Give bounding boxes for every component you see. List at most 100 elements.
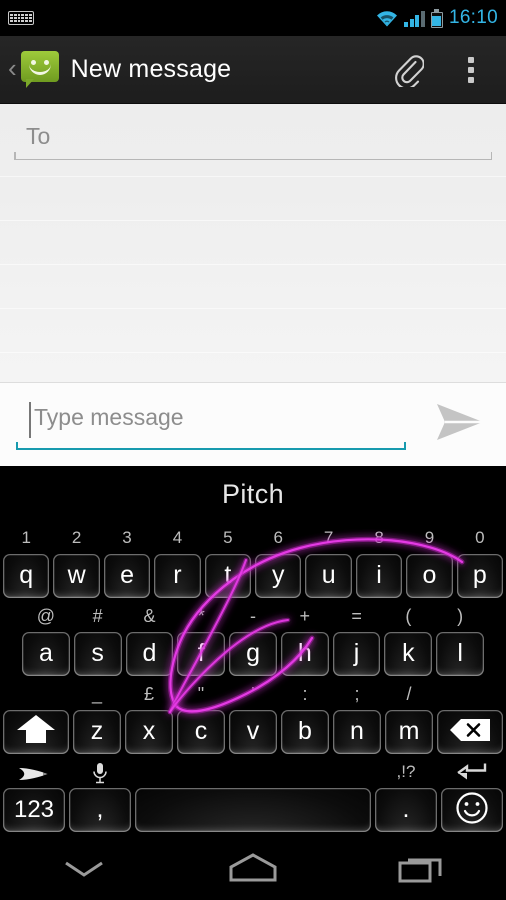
key-alt-label: " — [197, 684, 205, 704]
key-alt-label: : — [302, 684, 308, 704]
key-alt-label: + — [299, 606, 311, 626]
backspace-icon — [448, 717, 492, 748]
key-label: m — [398, 716, 420, 745]
key-label: i — [376, 560, 382, 589]
overflow-menu-button[interactable] — [440, 36, 502, 104]
key-alt-label: 9 — [424, 528, 435, 547]
key-alt-label: 3 — [122, 528, 132, 547]
key-i[interactable]: 8i — [355, 528, 403, 598]
numbers-key[interactable]: 123 — [3, 768, 65, 832]
message-input[interactable]: Type message — [16, 396, 406, 454]
key-e[interactable]: 3e — [103, 528, 151, 598]
home-button[interactable] — [169, 840, 338, 900]
home-icon — [225, 852, 281, 889]
comma-key[interactable]: , — [69, 763, 131, 832]
swype-logo-icon — [3, 764, 65, 789]
key-o[interactable]: 9o — [406, 528, 453, 598]
key-label: n — [350, 716, 364, 745]
numbers-key-label: 123 — [13, 796, 55, 823]
backspace-key[interactable] — [437, 710, 503, 754]
key-alt-label: 8 — [374, 528, 384, 547]
key-alt-label: = — [351, 606, 362, 626]
key-label: x — [142, 716, 156, 745]
input-underline — [16, 441, 406, 450]
key-g[interactable]: -g — [229, 606, 277, 676]
sms-bubble-icon[interactable] — [20, 50, 59, 89]
key-x[interactable]: £ x — [125, 684, 173, 754]
key-t[interactable]: 5t — [204, 528, 252, 598]
key-j[interactable]: = j — [332, 606, 381, 676]
key-a[interactable]: @ a — [22, 606, 70, 676]
hide-keyboard-button[interactable] — [0, 840, 169, 900]
key-alt-label: - — [250, 606, 257, 626]
recents-button[interactable] — [337, 840, 506, 900]
message-placeholder: Type message — [34, 403, 184, 430]
action-bar: ‹ New message — [0, 36, 506, 104]
key-label: p — [472, 560, 487, 589]
key-w[interactable]: 2w — [53, 528, 100, 598]
key-alt-label: @ — [36, 606, 56, 626]
key-l[interactable]: ) l — [436, 606, 485, 676]
status-bar-notifications — [8, 11, 34, 25]
key-u[interactable]: 7u — [305, 528, 352, 598]
keyboard-icon — [8, 11, 34, 25]
key-m[interactable]: / m — [385, 684, 433, 754]
recipient-row: To — [0, 104, 506, 166]
key-c[interactable]: " c — [177, 684, 225, 754]
key-alt-label: 5 — [223, 528, 233, 547]
signal-icon — [404, 10, 425, 27]
key-alt-label: # — [92, 606, 103, 626]
to-input[interactable]: To — [14, 118, 492, 160]
key-label: d — [142, 638, 157, 667]
key-label: g — [246, 638, 260, 667]
status-bar-clock: 16:10 — [448, 7, 498, 28]
key-alt-label: ; — [354, 684, 360, 704]
battery-icon — [430, 8, 443, 28]
key-label: t — [224, 560, 232, 589]
back-button[interactable]: ‹ — [6, 55, 21, 85]
key-q[interactable]: 1q — [3, 528, 50, 598]
key-alt-label: 7 — [323, 528, 334, 547]
key-s[interactable]: # s — [73, 606, 122, 676]
key-h[interactable]: + h — [280, 606, 329, 676]
key-d[interactable]: & d — [125, 606, 174, 676]
key-label: b — [298, 716, 312, 745]
swype-keyboard: 1q 2w 3e 4r 5t 6y 7u 8i 9o 0p @ a # s & d *… — [0, 522, 506, 840]
key-v[interactable]: ' v — [229, 684, 277, 754]
compose-bar: Type message — [0, 382, 506, 466]
attach-button[interactable] — [378, 36, 440, 104]
key-alt-label: 4 — [172, 528, 183, 547]
key-b[interactable]: :b — [281, 684, 329, 754]
send-button[interactable] — [428, 393, 492, 457]
emoji-key[interactable] — [441, 763, 503, 832]
key-n[interactable]: ; n — [333, 684, 381, 754]
shift-key[interactable] — [3, 710, 69, 754]
key-f[interactable]: * f — [177, 606, 226, 676]
suggestion-bar: Pitch — [0, 466, 506, 522]
key-r[interactable]: 4r — [154, 528, 201, 598]
key-alt-label: 6 — [273, 528, 283, 547]
key-p[interactable]: 0p — [456, 528, 504, 598]
key-k[interactable]: (k — [384, 606, 433, 676]
key-z[interactable]: _ z — [73, 684, 121, 754]
key-y[interactable]: 6y — [255, 528, 302, 598]
key-label: h — [297, 638, 312, 667]
page-title: New message — [70, 55, 232, 83]
period-key[interactable]: ,!? . — [375, 762, 437, 832]
key-alt-label: & — [143, 606, 156, 626]
status-bar-system-icons: 16:10 — [376, 7, 498, 29]
wifi-icon — [376, 10, 398, 27]
key-label: u — [321, 560, 336, 589]
key-label: l — [457, 638, 463, 667]
suggestion-word[interactable]: Pitch — [222, 479, 284, 510]
key-alt-label: * — [197, 606, 205, 626]
key-alt-label: ) — [457, 606, 464, 626]
spacebar[interactable] — [135, 788, 371, 832]
hide-keyboard-chevron-icon — [60, 855, 108, 886]
send-arrow-icon — [431, 399, 489, 450]
key-alt-label: _ — [91, 684, 102, 704]
status-bar: 16:10 — [0, 0, 506, 36]
paperclip-icon — [394, 53, 425, 90]
smiley-icon — [455, 791, 489, 830]
message-list[interactable] — [0, 166, 506, 382]
